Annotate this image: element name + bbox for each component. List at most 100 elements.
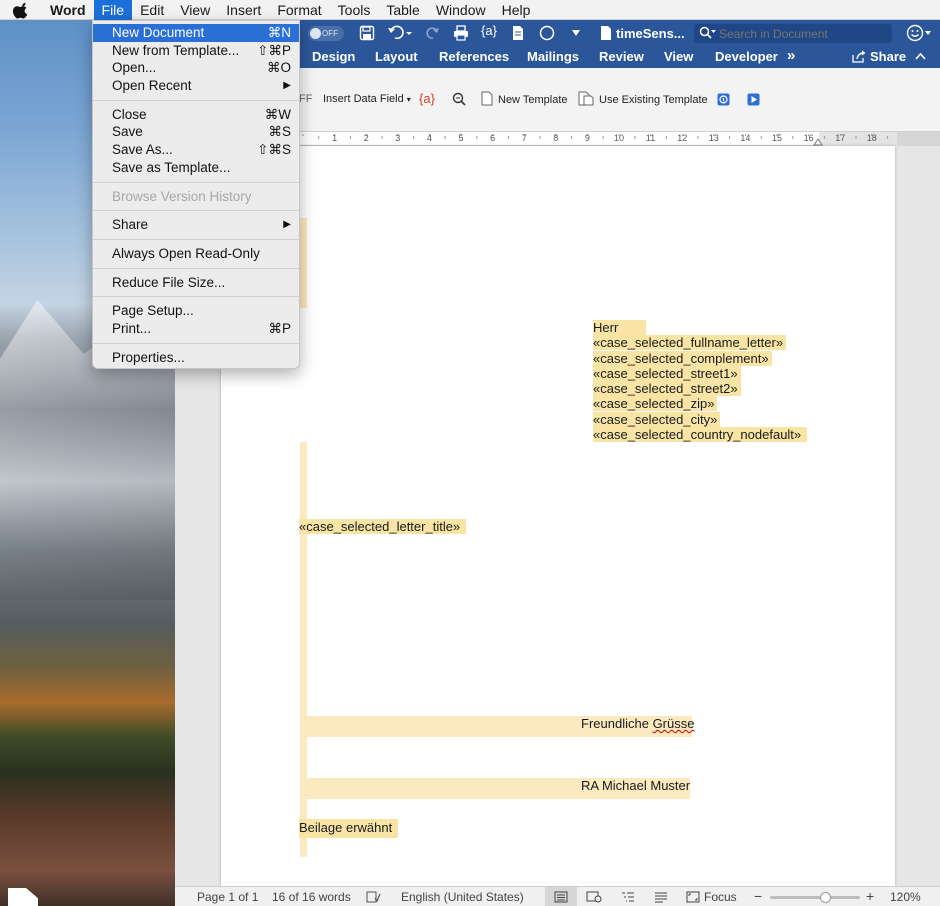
proofing-icon[interactable] bbox=[366, 891, 381, 903]
tab-view[interactable]: View bbox=[664, 49, 693, 64]
menu-item-shortcut: ⇧⌘P bbox=[257, 42, 291, 58]
ruler-label: 14 bbox=[740, 133, 750, 143]
menu-item-save-as[interactable]: Save As... ⇧⌘S bbox=[93, 141, 299, 159]
menu-item-shortcut: ⌘S bbox=[268, 124, 291, 140]
ruler-label: 3 bbox=[395, 133, 400, 143]
web-layout-view-icon[interactable] bbox=[586, 891, 602, 903]
customize-toolbar-chevron-icon[interactable] bbox=[571, 29, 581, 37]
menu-item-label: Save bbox=[112, 124, 143, 140]
menu-item-open-recent[interactable]: Open Recent ▶ bbox=[93, 77, 299, 95]
search-box[interactable] bbox=[694, 24, 892, 43]
zoom-slider[interactable] bbox=[770, 892, 860, 903]
ruler-label: 8 bbox=[553, 133, 558, 143]
preview-results-icon[interactable] bbox=[452, 92, 466, 106]
menu-item-always-open-read-only[interactable]: Always Open Read-Only bbox=[93, 245, 299, 263]
page-count[interactable]: Page 1 of 1 bbox=[197, 890, 258, 904]
menu-help[interactable]: Help bbox=[494, 0, 539, 20]
ruler-label: 13 bbox=[709, 133, 719, 143]
menu-item-share[interactable]: Share ▶ bbox=[93, 216, 299, 234]
menu-item-print[interactable]: Print... ⌘P bbox=[93, 320, 299, 338]
draft-view-icon[interactable] bbox=[654, 891, 668, 903]
address-line: Herr bbox=[593, 320, 647, 335]
desktop-file-icon[interactable] bbox=[8, 888, 38, 906]
menu-edit[interactable]: Edit bbox=[132, 0, 172, 20]
menu-insert[interactable]: Insert bbox=[218, 0, 269, 20]
save-icon[interactable] bbox=[359, 25, 375, 41]
ruler-label: 12 bbox=[677, 133, 687, 143]
ribbon-truncated-text: FF bbox=[299, 93, 313, 105]
menu-item-new-document[interactable]: New Document ⌘N bbox=[93, 24, 299, 42]
menu-file[interactable]: File bbox=[93, 0, 133, 20]
undo-icon[interactable] bbox=[387, 25, 413, 41]
menu-item-label: Always Open Read-Only bbox=[112, 245, 260, 261]
outline-view-icon[interactable] bbox=[621, 891, 635, 903]
menu-item-save[interactable]: Save ⌘S bbox=[93, 123, 299, 141]
menu-separator bbox=[93, 267, 299, 269]
print-layout-view-icon[interactable] bbox=[545, 887, 577, 906]
document-page[interactable]: Herr «case_selected_fullname_letter» «ca… bbox=[221, 146, 895, 886]
menu-table[interactable]: Table bbox=[378, 0, 427, 20]
menu-item-properties[interactable]: Properties... bbox=[93, 349, 299, 367]
field-braces-icon[interactable]: {a} bbox=[419, 91, 435, 106]
focus-button[interactable]: Focus bbox=[686, 890, 737, 904]
word-count[interactable]: 16 of 16 words bbox=[272, 890, 351, 904]
autosave-toggle[interactable]: OFF bbox=[308, 26, 344, 41]
menu-view[interactable]: View bbox=[172, 0, 218, 20]
collapse-ribbon-icon[interactable] bbox=[915, 52, 926, 60]
tabs-overflow-button[interactable]: » bbox=[787, 47, 795, 64]
menu-item-label: Open... bbox=[112, 60, 157, 76]
tab-layout[interactable]: Layout bbox=[375, 49, 418, 64]
menu-item-label: Page Setup... bbox=[112, 303, 194, 319]
document-title: timeSens... bbox=[616, 26, 685, 41]
smiley-feedback-icon[interactable] bbox=[906, 24, 932, 42]
document-icon[interactable] bbox=[511, 25, 525, 41]
menu-item-reduce-file-size[interactable]: Reduce File Size... bbox=[93, 274, 299, 292]
ruler-label: 6 bbox=[490, 133, 495, 143]
menu-item-save-as-template[interactable]: Save as Template... bbox=[93, 159, 299, 177]
menu-separator bbox=[93, 181, 299, 183]
use-existing-template-button[interactable]: Use Existing Template bbox=[578, 91, 708, 106]
zoom-slider-thumb[interactable] bbox=[820, 892, 832, 903]
tab-review[interactable]: Review bbox=[599, 49, 644, 64]
focus-icon bbox=[686, 891, 700, 903]
ruler-label: 7 bbox=[522, 133, 527, 143]
language-indicator[interactable]: English (United States) bbox=[401, 890, 524, 904]
enclosure-text: Beilage erwähnt bbox=[299, 819, 399, 838]
menu-item-label: Save as Template... bbox=[112, 159, 231, 175]
menu-window[interactable]: Window bbox=[428, 0, 494, 20]
insert-field-icon[interactable]: {a} bbox=[481, 23, 497, 38]
print-icon[interactable] bbox=[453, 25, 469, 41]
menu-tools[interactable]: Tools bbox=[330, 0, 379, 20]
shape-icon[interactable] bbox=[539, 25, 555, 41]
menu-item-open[interactable]: Open... ⌘O bbox=[93, 59, 299, 77]
menu-item-page-setup[interactable]: Page Setup... bbox=[93, 302, 299, 320]
address-line: «case_selected_city» bbox=[593, 411, 721, 427]
zoom-out-button[interactable]: − bbox=[754, 888, 762, 904]
menu-format[interactable]: Format bbox=[269, 0, 329, 20]
ruler-label: 1 bbox=[332, 133, 337, 143]
redo-icon[interactable] bbox=[426, 25, 440, 41]
info-icon[interactable] bbox=[717, 93, 730, 106]
tab-design[interactable]: Design bbox=[312, 49, 355, 64]
menu-item-label: Reduce File Size... bbox=[112, 274, 226, 290]
apple-menu-icon[interactable] bbox=[0, 0, 48, 20]
share-button[interactable]: Share bbox=[852, 49, 906, 64]
search-input[interactable] bbox=[719, 25, 884, 42]
zoom-in-button[interactable]: + bbox=[866, 888, 874, 904]
play-icon[interactable] bbox=[747, 93, 760, 106]
address-line: «case_selected_fullname_letter» bbox=[593, 335, 787, 351]
tab-mailings[interactable]: Mailings bbox=[527, 49, 579, 64]
new-template-button[interactable]: New Template bbox=[481, 91, 568, 106]
ruler-label: 9 bbox=[585, 133, 590, 143]
tab-developer[interactable]: Developer bbox=[715, 49, 778, 64]
tab-references[interactable]: References bbox=[439, 49, 509, 64]
horizontal-ruler[interactable]: 1 2 3 4 5 6 7 8 9 10 11 12 13 14 15 16 17 18 bbox=[300, 132, 897, 146]
zoom-level[interactable]: 120% bbox=[890, 890, 921, 904]
menu-item-close[interactable]: Close ⌘W bbox=[93, 106, 299, 124]
menu-item-new-from-template[interactable]: New from Template... ⇧⌘P bbox=[93, 42, 299, 60]
menu-app-name[interactable]: Word bbox=[48, 0, 94, 20]
signature-line: RA Michael Muster bbox=[581, 778, 691, 793]
section-marker bbox=[300, 218, 307, 308]
insert-data-field-button[interactable]: Insert Data Field ▾ bbox=[323, 93, 411, 105]
submenu-arrow-icon: ▶ bbox=[283, 80, 291, 92]
